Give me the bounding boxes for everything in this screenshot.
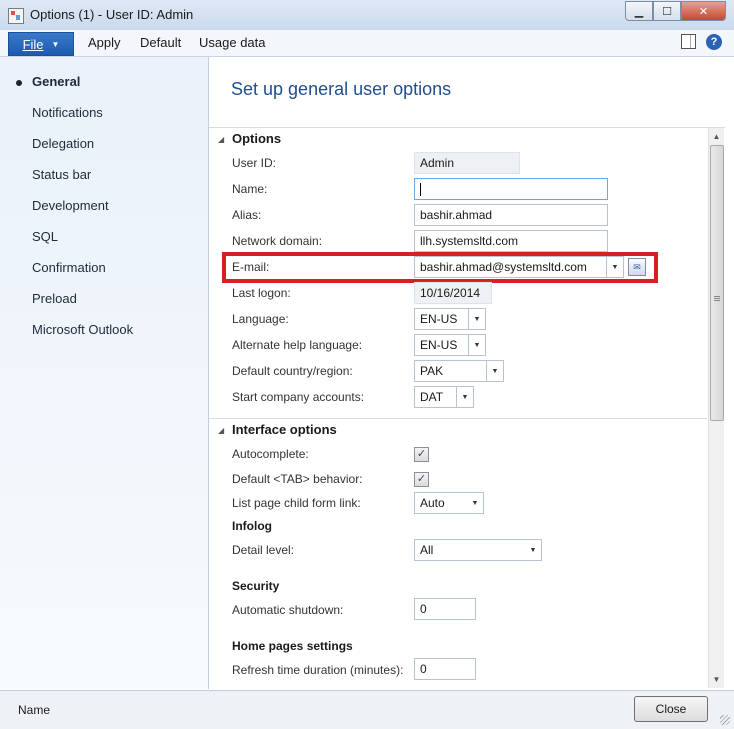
alternate-help-language-value: EN-US — [420, 338, 458, 352]
refresh-time-field[interactable]: 0 — [414, 658, 476, 680]
chevron-down-icon[interactable]: ▼ — [486, 361, 503, 381]
window-title: Options (1) - User ID: Admin — [30, 7, 194, 22]
status-bar: Name Close — [0, 690, 734, 729]
scroll-down-icon[interactable]: ▼ — [709, 672, 724, 686]
child-form-link-value: Auto — [420, 496, 445, 510]
default-country-select[interactable]: PAK ▼ — [414, 360, 504, 382]
chevron-down-icon[interactable]: ▼ — [468, 335, 485, 355]
chevron-down-icon[interactable]: ▼ — [525, 540, 541, 560]
options-section-header[interactable]: Options — [232, 131, 281, 146]
resize-grip-icon[interactable] — [720, 715, 730, 725]
vertical-scrollbar[interactable]: ▲ ▼ — [708, 128, 724, 688]
detail-level-value: All — [420, 543, 434, 557]
language-select[interactable]: EN-US ▼ — [414, 308, 486, 330]
default-country-label: Default country/region: — [232, 364, 353, 378]
page-title: Set up general user options — [231, 79, 452, 99]
interface-options-section-header[interactable]: Interface options — [232, 422, 337, 437]
file-menu-label: File — [22, 36, 44, 52]
language-value: EN-US — [420, 312, 458, 326]
status-name-label: Name — [18, 703, 51, 717]
maximize-button[interactable]: ☐ — [653, 1, 681, 21]
name-label: Name: — [232, 182, 268, 196]
alias-label: Alias: — [232, 208, 262, 222]
child-form-link-select[interactable]: Auto ▼ — [414, 492, 484, 514]
scroll-thumb[interactable] — [710, 145, 724, 421]
nav-item-sql[interactable]: SQL — [32, 229, 58, 244]
security-header: Security — [232, 579, 280, 593]
menu-bar: File ▼ Apply Default Usage data ? — [0, 30, 734, 57]
nav-item-status-bar[interactable]: Status bar — [32, 167, 91, 182]
user-id-field: Admin — [414, 152, 520, 174]
autocomplete-label: Autocomplete: — [232, 447, 309, 461]
default-country-value: PAK — [420, 364, 444, 378]
detail-level-select[interactable]: All ▼ — [414, 539, 542, 561]
grip-icon — [714, 296, 720, 297]
text-caret — [420, 183, 421, 197]
collapse-triangle-icon[interactable]: ◢ — [218, 426, 224, 435]
nav-item-notifications[interactable]: Notifications — [32, 105, 103, 120]
active-bullet-icon — [16, 80, 22, 86]
alternate-help-language-label: Alternate help language: — [232, 338, 363, 352]
minimize-button[interactable]: ▁ — [625, 1, 653, 21]
nav-item-development[interactable]: Development — [32, 198, 109, 213]
tab-behavior-checkbox[interactable]: ✓ — [414, 472, 429, 487]
automatic-shutdown-label: Automatic shutdown: — [232, 603, 344, 617]
chevron-down-icon[interactable]: ▼ — [456, 387, 473, 407]
window-controls: ▁ ☐ ✕ — [625, 1, 726, 21]
apply-menu-item[interactable]: Apply — [88, 35, 121, 50]
usage-data-menu-item[interactable]: Usage data — [199, 35, 266, 50]
nav-item-preload[interactable]: Preload — [32, 291, 77, 306]
close-button[interactable]: Close — [634, 696, 708, 722]
nav-item-delegation[interactable]: Delegation — [32, 136, 94, 151]
detail-level-label: Detail level: — [232, 543, 295, 557]
left-navigation — [0, 57, 209, 689]
nav-item-general[interactable]: General — [32, 74, 80, 89]
close-window-button[interactable]: ✕ — [681, 1, 726, 21]
last-logon-label: Last logon: — [232, 286, 291, 300]
nav-item-microsoft-outlook[interactable]: Microsoft Outlook — [32, 322, 133, 337]
tab-behavior-label: Default <TAB> behavior: — [232, 472, 363, 486]
nav-item-confirmation[interactable]: Confirmation — [32, 260, 106, 275]
collapse-triangle-icon[interactable]: ◢ — [218, 135, 224, 144]
name-field[interactable] — [414, 178, 608, 200]
child-form-link-label: List page child form link: — [232, 496, 361, 510]
infolog-header: Infolog — [232, 519, 272, 533]
start-company-select[interactable]: DAT ▼ — [414, 386, 474, 408]
chevron-down-icon[interactable]: ▼ — [467, 493, 483, 513]
email-highlight-box — [222, 252, 658, 283]
start-company-value: DAT — [420, 390, 444, 404]
help-icon[interactable]: ? — [706, 34, 722, 50]
chevron-down-icon[interactable]: ▼ — [468, 309, 485, 329]
default-menu-item[interactable]: Default — [140, 35, 181, 50]
network-domain-label: Network domain: — [232, 234, 323, 248]
user-id-label: User ID: — [232, 156, 277, 170]
automatic-shutdown-field[interactable]: 0 — [414, 598, 476, 620]
scroll-up-icon[interactable]: ▲ — [709, 129, 724, 143]
alternate-help-language-select[interactable]: EN-US ▼ — [414, 334, 486, 356]
section-divider — [209, 418, 707, 419]
home-pages-settings-header: Home pages settings — [232, 639, 353, 653]
alias-field[interactable]: bashir.ahmad — [414, 204, 608, 226]
title-bar: Options (1) - User ID: Admin ▁ ☐ ✕ — [0, 0, 734, 31]
autocomplete-checkbox[interactable]: ✓ — [414, 447, 429, 462]
start-company-label: Start company accounts: — [232, 390, 365, 404]
last-logon-field: 10/16/2014 — [414, 282, 492, 304]
file-menu-button[interactable]: File ▼ — [8, 32, 74, 56]
network-domain-field[interactable]: llh.systemsltd.com — [414, 230, 608, 252]
refresh-time-label: Refresh time duration (minutes): — [232, 663, 404, 677]
section-divider — [209, 127, 707, 128]
app-icon — [8, 8, 24, 24]
language-label: Language: — [232, 312, 289, 326]
chevron-down-icon: ▼ — [51, 39, 60, 49]
layout-icon[interactable] — [681, 34, 696, 49]
